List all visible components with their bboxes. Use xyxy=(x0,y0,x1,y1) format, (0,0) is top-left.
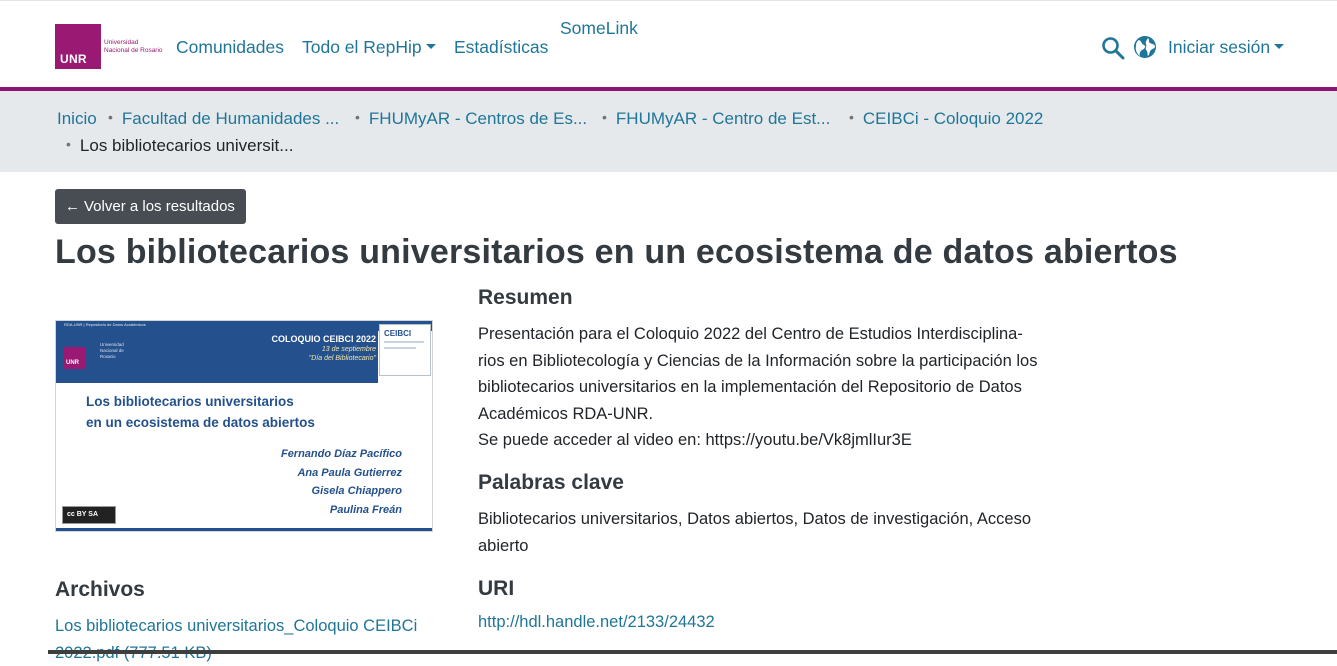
back-to-results-button[interactable]: ← Volver a los resultados xyxy=(55,189,246,224)
chevron-down-icon xyxy=(1274,44,1285,50)
keywords-text: Bibliotecarios universitarios, Datos abi… xyxy=(478,510,1032,555)
nav-comunidades[interactable]: Comunidades xyxy=(176,37,284,58)
abstract-line: Presentación para el Coloquio 2022 del C… xyxy=(478,325,1023,343)
cc-license-badge: cc BY SA xyxy=(62,506,116,524)
university-name: Universidad Nacional de Rosario xyxy=(104,39,163,54)
abstract-line: rios en Bibliotecología y Ciencias de la… xyxy=(478,351,1038,370)
uri-link[interactable]: http://hdl.handle.net/2133/24432 xyxy=(478,613,715,632)
thumbnail-university: Universidad Nacional de Rosario xyxy=(100,342,124,359)
breadcrumb-separator: • xyxy=(108,109,113,125)
globe-icon[interactable] xyxy=(1133,35,1157,59)
thumbnail-header-strip: RDA-UNR | Repositorio de Datos Académico… xyxy=(56,321,432,331)
ceibci-logo-box: CEIBCI xyxy=(379,324,431,376)
nav-todo-el-rephip[interactable]: Todo el RepHip xyxy=(302,37,436,58)
abstract-line: Se puede acceder al video en: https://yo… xyxy=(478,431,912,449)
abstract-line: bibliotecarios universitarios en la impl… xyxy=(478,378,1022,396)
abstract-heading: Resumen xyxy=(478,286,573,309)
keywords-heading: Palabras clave xyxy=(478,471,624,494)
thumbnail-bottom-strip xyxy=(56,528,432,531)
thumbnail-title-line: en un ecosistema de datos abiertos xyxy=(86,415,315,430)
thumbnail-author: Ana Paula Gutierrez xyxy=(297,466,402,479)
breadcrumb-coloquio[interactable]: CEIBCi - Coloquio 2022 xyxy=(863,109,1043,128)
page-title: Los bibliotecarios universitarios en un … xyxy=(55,233,1178,271)
breadcrumb-item: • FHUMyAR - Centro de Est... xyxy=(602,109,830,129)
breadcrumb-separator: • xyxy=(602,109,607,125)
breadcrumb-facultad[interactable]: Facultad de Humanidades ... xyxy=(122,109,339,128)
item-thumbnail[interactable]: RDA-UNR | Repositorio de Datos Académico… xyxy=(55,320,433,532)
abstract-text: Presentación para el Coloquio 2022 del C… xyxy=(478,321,1088,454)
thumbnail-date: 13 de septiembre xyxy=(321,346,376,353)
search-icon[interactable] xyxy=(1101,36,1125,60)
breadcrumb-separator: • xyxy=(849,109,854,125)
nav-somelink[interactable]: SomeLink xyxy=(560,18,638,39)
arrow-left-icon: ← xyxy=(65,198,80,215)
viewport-bottom-edge xyxy=(48,650,1337,654)
breadcrumb-inicio[interactable]: Inicio xyxy=(57,109,97,129)
thumbnail-event-details: 13 de septiembre "Día del Bibliotecario" xyxy=(206,345,376,363)
breadcrumb-item: • Facultad de Humanidades ... xyxy=(108,109,339,129)
thumbnail-author: Paulina Freán xyxy=(329,503,402,516)
thumbnail-day-label: "Día del Bibliotecario" xyxy=(308,355,376,362)
login-menu[interactable]: Iniciar sesión xyxy=(1168,37,1285,58)
breadcrumb-centros[interactable]: FHUMyAR - Centros de Es... xyxy=(369,109,587,128)
back-label: Volver a los resultados xyxy=(84,198,235,215)
nav-estadisticas[interactable]: Estadísticas xyxy=(454,37,548,58)
thumbnail-title-line: Los bibliotecarios universitarios xyxy=(86,394,294,409)
thumbnail-title: Los bibliotecarios universitarios en un … xyxy=(86,391,406,433)
thumbnail-authors: Fernando Díaz Pacífico Ana Paula Gutierr… xyxy=(206,445,402,519)
site-header: UNR Universidad Nacional de Rosario Comu… xyxy=(0,0,1337,88)
thumbnail-event: COLOQUIO CEIBCI 2022 xyxy=(271,334,376,344)
breadcrumb-separator: • xyxy=(355,109,360,125)
thumbnail-header-text: RDA-UNR | Repositorio de Datos Académico… xyxy=(64,322,146,327)
ceibci-label: CEIBCI xyxy=(384,329,412,338)
abstract-line: Académicos RDA-UNR. xyxy=(478,404,654,423)
breadcrumb: Inicio • Facultad de Humanidades ... • FHU… xyxy=(0,91,1337,172)
breadcrumb-item: • Los bibliotecarios universit... xyxy=(66,136,293,156)
login-label: Iniciar sesión xyxy=(1168,37,1271,57)
nav-todo-label: Todo el RepHip xyxy=(302,37,422,57)
breadcrumb-centro[interactable]: FHUMyAR - Centro de Est... xyxy=(616,109,830,128)
breadcrumb-separator: • xyxy=(66,136,71,152)
thumbnail-author: Fernando Díaz Pacífico xyxy=(280,448,402,460)
breadcrumb-item: • FHUMyAR - Centros de Es... xyxy=(355,109,587,129)
file-download-link[interactable]: Los bibliotecarios universitarios_Coloqu… xyxy=(55,613,445,666)
logo-text: UNR xyxy=(60,52,87,66)
unr-logo[interactable]: UNR xyxy=(55,24,101,69)
thumbnail-author: Gisela Chiappero xyxy=(311,485,402,497)
thumbnail-logo: UNR xyxy=(64,347,86,369)
uri-heading: URI xyxy=(478,577,515,600)
breadcrumb-item: • CEIBCi - Coloquio 2022 xyxy=(849,109,1043,129)
breadcrumb-current: Los bibliotecarios universit... xyxy=(79,136,294,155)
chevron-down-icon xyxy=(425,44,436,50)
files-heading: Archivos xyxy=(55,578,145,601)
